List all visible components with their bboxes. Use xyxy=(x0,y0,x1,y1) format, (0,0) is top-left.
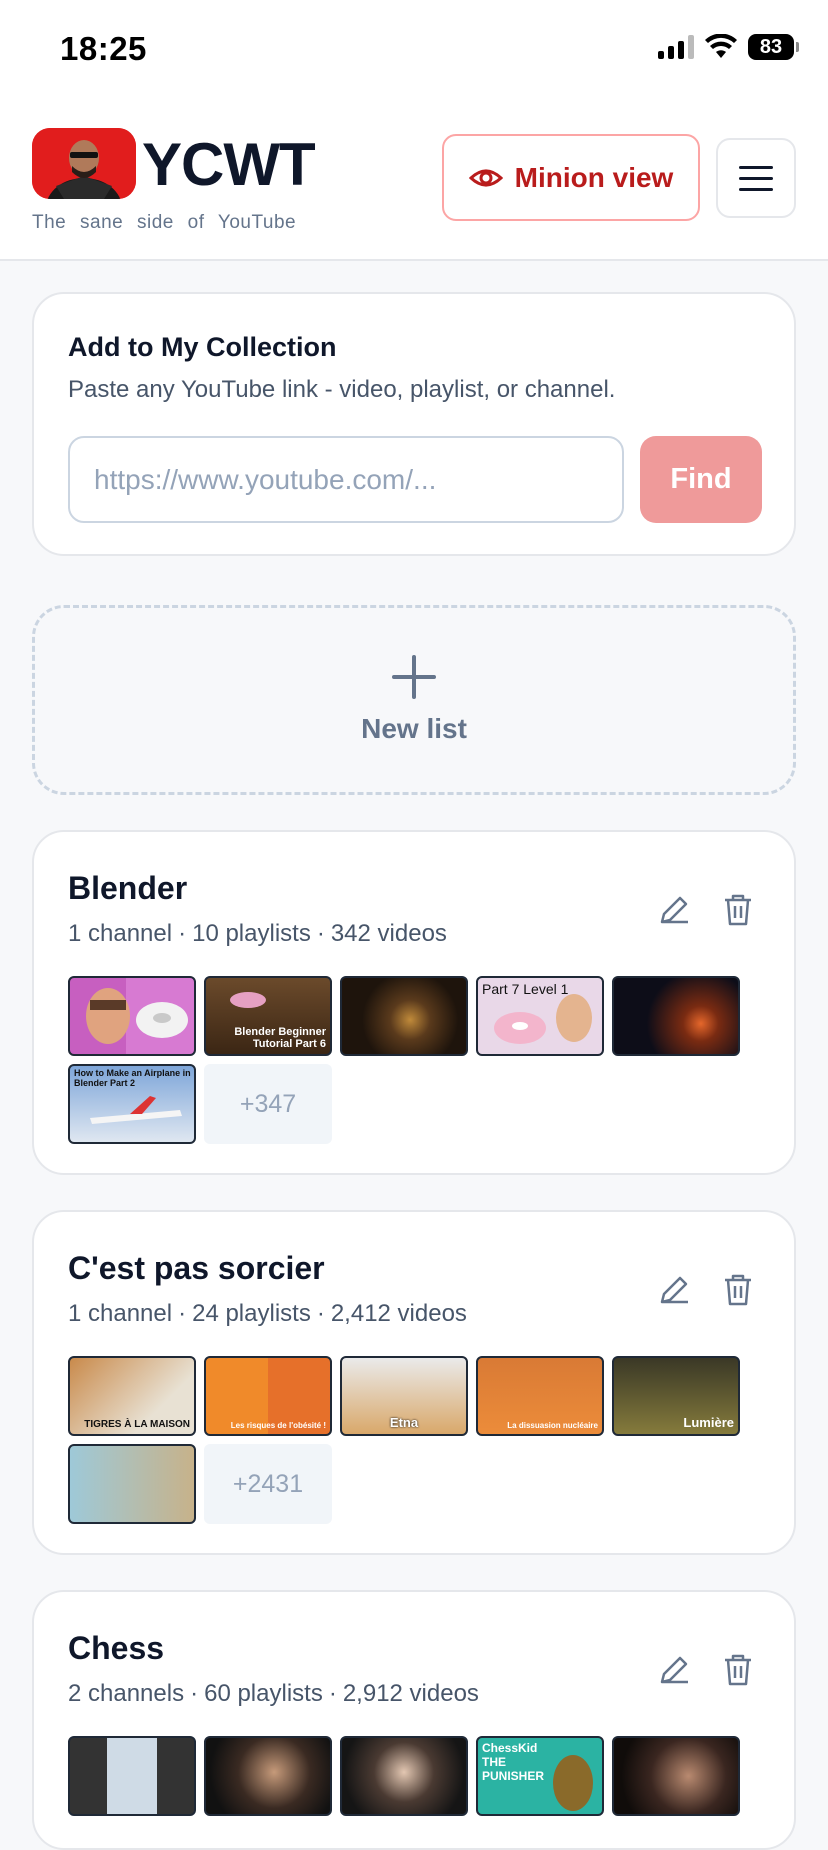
video-thumbnail[interactable]: Part 7 Level 1 xyxy=(476,976,604,1056)
video-thumbnail[interactable] xyxy=(68,976,196,1056)
list-card-blender[interactable]: Blender 1 channel · 10 playlists · 342 video… xyxy=(32,830,796,1175)
more-count[interactable]: +347 xyxy=(204,1064,332,1144)
battery-icon: 83 xyxy=(748,34,799,60)
list-title: Chess xyxy=(68,1630,165,1666)
video-thumbnail[interactable]: ChessKid THE PUNISHER xyxy=(476,1736,604,1816)
app-title: YCWT xyxy=(142,131,316,198)
minion-view-button[interactable]: Minion view xyxy=(442,134,700,221)
trash-icon xyxy=(725,894,751,926)
pencil-icon xyxy=(660,1276,688,1304)
video-thumbnail[interactable] xyxy=(68,1444,196,1524)
trash-icon xyxy=(725,1654,751,1686)
trash-icon xyxy=(725,1274,751,1306)
list-title: C'est pas sorcier xyxy=(68,1250,325,1286)
tagline: The sane side of YouTube xyxy=(32,212,297,233)
video-thumbnail[interactable] xyxy=(340,1736,468,1816)
video-thumbnail[interactable] xyxy=(612,976,740,1056)
list-card-cest-pas-sorcier[interactable]: C'est pas sorcier 1 channel · 24 playlists… xyxy=(32,1210,796,1555)
add-title: Add to My Collection xyxy=(68,332,337,362)
logo-icon[interactable] xyxy=(32,128,136,199)
find-button[interactable]: Find xyxy=(640,436,762,523)
status-time: 18:25 xyxy=(60,30,147,67)
list-title: Blender xyxy=(68,870,188,906)
video-thumbnail[interactable]: Lumière xyxy=(612,1356,740,1436)
edit-button[interactable] xyxy=(652,1648,696,1692)
video-thumbnail[interactable]: Les risques de l'obésité ! xyxy=(204,1356,332,1436)
delete-button[interactable] xyxy=(716,1648,760,1692)
plus-icon xyxy=(392,655,436,699)
new-list-button[interactable]: New list xyxy=(32,605,796,795)
video-thumbnail[interactable] xyxy=(68,1736,196,1816)
video-thumbnail[interactable]: La dissuasion nucléaire xyxy=(476,1356,604,1436)
thumbnail-grid: TIGRES À LA MAISON Les risques de l'obés… xyxy=(68,1356,768,1524)
wifi-icon xyxy=(705,34,737,58)
video-thumbnail[interactable]: Etna xyxy=(340,1356,468,1436)
video-thumbnail[interactable]: How to Make an Airplane in Blender Part … xyxy=(68,1064,196,1144)
eye-icon xyxy=(468,169,503,186)
video-thumbnail[interactable] xyxy=(204,1736,332,1816)
minion-view-label: Minion view xyxy=(514,161,674,193)
more-count[interactable]: +2431 xyxy=(204,1444,332,1524)
video-thumbnail[interactable]: Blender Beginner Tutorial Part 6 xyxy=(204,976,332,1056)
edit-button[interactable] xyxy=(652,1268,696,1312)
video-thumbnail[interactable]: TIGRES À LA MAISON xyxy=(68,1356,196,1436)
video-thumbnail[interactable] xyxy=(612,1736,740,1816)
new-list-label: New list xyxy=(361,713,467,744)
list-card-chess[interactable]: Chess 2 channels · 60 playlists · 2,912 vide… xyxy=(32,1590,796,1850)
delete-button[interactable] xyxy=(716,1268,760,1312)
list-meta: 2 channels · 60 playlists · 2,912 videos xyxy=(68,1680,479,1707)
pencil-icon xyxy=(660,896,688,924)
hamburger-icon xyxy=(739,165,773,169)
thumbnail-grid: Blender Beginner Tutorial Part 6 Part 7 … xyxy=(68,976,768,1144)
edit-button[interactable] xyxy=(652,888,696,932)
url-input[interactable] xyxy=(68,436,624,523)
add-collection-card: Add to My Collection Paste any YouTube l… xyxy=(32,292,796,556)
app-header: YCWT The sane side of YouTube Minion vie… xyxy=(0,100,828,261)
add-subtitle: Paste any YouTube link - video, playlist… xyxy=(68,376,616,403)
signal-icon xyxy=(658,35,694,59)
status-bar: 18:25 83 xyxy=(0,0,828,100)
list-meta: 1 channel · 10 playlists · 342 videos xyxy=(68,920,447,947)
video-thumbnail[interactable] xyxy=(340,976,468,1056)
thumbnail-grid: ChessKid THE PUNISHER xyxy=(68,1736,768,1816)
status-icons: 83 xyxy=(658,34,799,60)
pencil-icon xyxy=(660,1656,688,1684)
menu-button[interactable] xyxy=(716,138,796,218)
list-meta: 1 channel · 24 playlists · 2,412 videos xyxy=(68,1300,467,1327)
delete-button[interactable] xyxy=(716,888,760,932)
